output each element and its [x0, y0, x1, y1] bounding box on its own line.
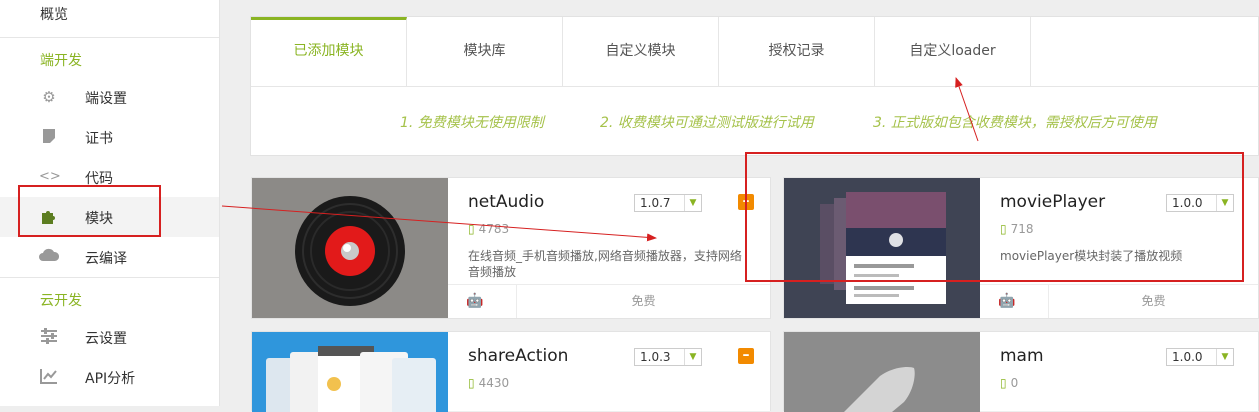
sidebar-item-label: 证书	[85, 131, 113, 147]
module-thumbnail	[784, 332, 980, 412]
phone-icon: ▯	[468, 222, 475, 236]
download-count-value: 4430	[478, 376, 510, 390]
version-value: 1.0.0	[1172, 196, 1203, 210]
module-card-movieplayer[interactable]: moviePlayer 1.0.0 ▼ ▯ 718 moviePlayer模块封装了…	[783, 177, 1259, 319]
sidebar-item-modules[interactable]: 模块	[0, 197, 219, 237]
cloud-icon	[39, 248, 60, 266]
notice-1: 1. 免费模块无使用限制	[400, 115, 544, 131]
sidebar-item-label: API分析	[85, 371, 136, 387]
version-value: 1.0.7	[640, 196, 671, 210]
module-card-netaudio[interactable]: netAudio 1.0.7 ▼ – ▯ 4783 在线音频_手机音频播放,网络音频…	[251, 177, 771, 319]
chevron-down-icon: ▼	[1216, 195, 1233, 211]
tab-custom-loader[interactable]: 自定义loader	[875, 17, 1031, 86]
android-icon: 🤖	[998, 293, 1020, 309]
sidebar-item-certificate[interactable]: 证书	[0, 117, 219, 157]
remove-module-button[interactable]: –	[738, 348, 754, 364]
version-select[interactable]: 1.0.0 ▼	[1166, 194, 1234, 212]
download-count: ▯ 0	[1000, 376, 1018, 390]
module-name[interactable]: netAudio	[468, 192, 544, 212]
tab-bar: 已添加模块 模块库 自定义模块 授权记录 自定义loader	[251, 17, 1259, 87]
notice-2: 2. 收费模块可通过测试版进行试用	[600, 115, 814, 131]
chevron-down-icon: ▼	[684, 349, 701, 365]
download-count: ▯ 718	[1000, 222, 1034, 236]
puzzle-icon	[39, 208, 59, 226]
module-card-shareaction[interactable]: shareAction 1.0.3 ▼ – ▯ 4430	[251, 331, 771, 412]
gear-icon: ⚙	[42, 88, 56, 106]
remove-module-button[interactable]: –	[738, 194, 754, 210]
platform-icons: 🤖	[998, 293, 1019, 309]
version-value: 1.0.3	[640, 350, 671, 364]
version-select[interactable]: 1.0.3 ▼	[634, 348, 702, 366]
sidebar-item-label: 云编译	[85, 251, 127, 267]
download-count-value: 0	[1010, 376, 1019, 390]
tab-custom-modules[interactable]: 自定义模块	[563, 17, 719, 86]
chevron-down-icon: ▼	[684, 195, 701, 211]
phone-icon: ▯	[1000, 376, 1007, 390]
chart-icon	[39, 368, 59, 386]
module-description: 在线音频_手机音频播放,网络音频播放器，支持网络音频播放	[468, 249, 742, 279]
sidebar-group-client: 端开发	[40, 53, 82, 69]
sidebar-item-label: 云设置	[85, 331, 127, 347]
sidebar-group-cloud: 云开发	[40, 293, 82, 309]
sidebar-item-code[interactable]: <> 代码	[0, 157, 219, 197]
sidebar-item-cloud-build[interactable]: 云编译	[0, 237, 219, 277]
price-label: 免费	[631, 294, 656, 308]
card-footer: 🤖 免费	[448, 284, 770, 318]
module-name[interactable]: shareAction	[468, 346, 568, 366]
android-icon: 🤖	[466, 293, 488, 309]
card-footer: 🤖 免费	[980, 284, 1258, 318]
divider	[0, 37, 219, 38]
sidebar-item-cloud-settings[interactable]: 云设置	[0, 317, 219, 357]
version-value: 1.0.0	[1172, 350, 1203, 364]
tabs-panel: 已添加模块 模块库 自定义模块 授权记录 自定义loader 1. 免费模块无使…	[250, 16, 1259, 156]
tab-license-records[interactable]: 授权记录	[719, 17, 875, 86]
download-count-value: 4783	[478, 222, 510, 236]
tab-module-library[interactable]: 模块库	[407, 17, 563, 86]
chevron-down-icon: ▼	[1216, 349, 1233, 365]
module-name[interactable]: moviePlayer	[1000, 192, 1105, 212]
certificate-icon	[39, 128, 59, 146]
sidebar-item-api-analysis[interactable]: API分析	[0, 357, 219, 397]
module-card-mam[interactable]: mam 1.0.0 ▼ ▯ 0	[783, 331, 1259, 412]
sidebar-item-settings[interactable]: ⚙ 端设置	[0, 77, 219, 117]
module-description: moviePlayer模块封装了播放视频	[1000, 249, 1183, 263]
module-name[interactable]: mam	[1000, 346, 1044, 366]
module-thumbnail	[252, 332, 448, 412]
platform-icons: 🤖	[466, 293, 487, 309]
download-count: ▯ 4430	[468, 376, 509, 390]
phone-icon: ▯	[1000, 222, 1007, 236]
price-label: 免费	[1141, 294, 1166, 308]
phone-icon: ▯	[468, 376, 475, 390]
download-count: ▯ 4783	[468, 222, 509, 236]
version-select[interactable]: 1.0.7 ▼	[634, 194, 702, 212]
sidebar-item-overview[interactable]: 概览	[40, 4, 68, 24]
sidebar: 概览 端开发 ⚙ 端设置 证书 <> 代码 模块 云编译 云开发 云设置 API…	[0, 0, 220, 406]
module-thumbnail	[252, 178, 448, 318]
version-select[interactable]: 1.0.0 ▼	[1166, 348, 1234, 366]
code-icon: <>	[39, 169, 61, 184]
divider	[0, 277, 219, 278]
module-thumbnail	[784, 178, 980, 318]
notice-3: 3. 正式版如包含收费模块，需授权后方可使用	[873, 115, 1157, 131]
download-count-value: 718	[1010, 222, 1034, 236]
sidebar-item-label: 端设置	[85, 91, 127, 107]
sidebar-item-label: 代码	[85, 171, 113, 187]
tab-added-modules[interactable]: 已添加模块	[251, 17, 407, 86]
sliders-icon	[39, 328, 59, 346]
sidebar-item-label: 模块	[85, 211, 113, 227]
